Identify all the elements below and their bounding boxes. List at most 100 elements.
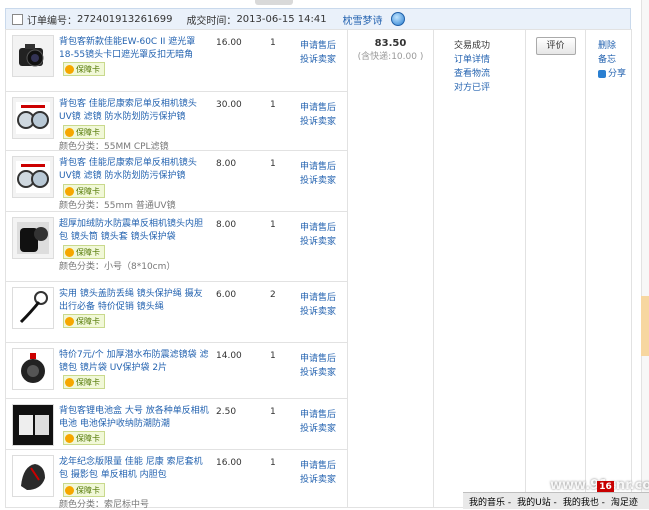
unit-price: 2.50 xyxy=(216,407,237,417)
item-actions: 申请售后 投诉卖家 xyxy=(300,160,336,188)
right-scrollbar[interactable] xyxy=(641,0,649,508)
quantity: 2 xyxy=(270,290,276,300)
item-actions: 申请售后 投诉卖家 xyxy=(300,408,336,436)
product-variant: 颜色分类：索尼标中号 xyxy=(59,500,150,510)
evaluate-button[interactable]: 评价 xyxy=(535,37,576,55)
order-time-label: 成交时间： xyxy=(186,15,237,27)
unit-price: 16.00 xyxy=(216,458,242,468)
apply-after-sales-link[interactable]: 申请售后 xyxy=(300,352,336,366)
quantity: 1 xyxy=(270,407,276,417)
bottom-toolbar: 我的音乐 - 我的U站 - 我的我也 - 淘足迹 xyxy=(463,492,649,509)
product-image[interactable] xyxy=(12,35,54,77)
guarantee-badge[interactable]: 保障卡 xyxy=(63,184,105,198)
unit-price: 14.00 xyxy=(216,351,242,361)
toolbar-item-mine[interactable]: 我的我也 - xyxy=(563,495,605,508)
product-image[interactable] xyxy=(12,348,54,390)
guarantee-badge[interactable]: 保障卡 xyxy=(63,125,105,139)
complain-seller-link[interactable]: 投诉卖家 xyxy=(300,422,336,436)
apply-after-sales-link[interactable]: 申请售后 xyxy=(300,291,336,305)
unit-price: 16.00 xyxy=(216,38,242,48)
guarantee-shield-icon xyxy=(65,485,74,495)
unit-price: 30.00 xyxy=(216,100,242,110)
guarantee-shield-icon xyxy=(65,433,74,443)
complain-seller-link[interactable]: 投诉卖家 xyxy=(300,235,336,249)
share-icon xyxy=(598,69,606,78)
complain-seller-link[interactable]: 投诉卖家 xyxy=(300,473,336,487)
wangwang-chat-icon[interactable] xyxy=(390,12,405,26)
guarantee-shield-icon xyxy=(65,186,74,196)
order-time: 2013-06-15 14:41 xyxy=(236,13,327,25)
item-actions: 申请售后 投诉卖家 xyxy=(300,221,336,249)
product-title[interactable]: 特价7元/个 加厚潜水布防震滤镜袋 滤镜包 镜片袋 UV保护袋 2片 xyxy=(59,349,209,375)
unit-price: 6.00 xyxy=(216,290,237,300)
apply-after-sales-link[interactable]: 申请售后 xyxy=(300,39,336,53)
top-scroll-handle[interactable] xyxy=(255,0,293,5)
order-number: 272401913261699 xyxy=(77,13,173,25)
product-variant: 颜色分类：55mm 普通UV镜 xyxy=(59,201,176,211)
product-image[interactable] xyxy=(12,97,54,139)
unit-price: 8.00 xyxy=(216,159,237,169)
apply-after-sales-link[interactable]: 申请售后 xyxy=(300,408,336,422)
complain-seller-link[interactable]: 投诉卖家 xyxy=(300,174,336,188)
product-image[interactable] xyxy=(12,156,54,198)
complain-seller-link[interactable]: 投诉卖家 xyxy=(300,115,336,129)
order-operations-cell: 删除 备忘 分享 xyxy=(585,29,632,508)
complain-seller-link[interactable]: 投诉卖家 xyxy=(300,366,336,380)
item-actions: 申请售后 投诉卖家 xyxy=(300,291,336,319)
toolbar-item-ustation[interactable]: 我的U站 - xyxy=(517,495,557,508)
quantity: 1 xyxy=(270,351,276,361)
quantity: 1 xyxy=(270,220,276,230)
apply-after-sales-link[interactable]: 申请售后 xyxy=(300,459,336,473)
apply-after-sales-link[interactable]: 申请售后 xyxy=(300,160,336,174)
order-items-table: 背包客新款佳能EW-60C II 遮光罩 18-55镜头卡口遮光罩反扣无暗角 保障… xyxy=(5,29,632,510)
product-title[interactable]: 实用 镜头盖防丢绳 镜头保护绳 摄友出行必备 特价促销 镜头绳 xyxy=(59,288,209,314)
product-title[interactable]: 背包客新款佳能EW-60C II 遮光罩 18-55镜头卡口遮光罩反扣无暗角 xyxy=(59,36,209,62)
guarantee-shield-icon xyxy=(65,377,74,387)
product-image[interactable] xyxy=(12,404,54,446)
delete-order-link[interactable]: 删除 xyxy=(598,39,631,53)
order-checkbox[interactable] xyxy=(12,13,23,25)
order-status-cell: 交易成功订单详情 查看物流 对方已评 xyxy=(433,29,526,508)
evaluation-cell: 评价 xyxy=(525,29,586,508)
order-total-amount: 83.50 xyxy=(374,38,407,49)
trade-status: 交易成功 xyxy=(454,41,491,51)
guarantee-shield-icon xyxy=(65,247,74,257)
guarantee-badge[interactable]: 保障卡 xyxy=(63,375,105,389)
memo-link[interactable]: 备忘 xyxy=(598,53,631,67)
apply-after-sales-link[interactable]: 申请售后 xyxy=(300,221,336,235)
quantity: 1 xyxy=(270,159,276,169)
guarantee-badge[interactable]: 保障卡 xyxy=(63,483,105,497)
order-number-label: 订单编号： xyxy=(27,15,77,27)
product-image[interactable] xyxy=(12,287,54,329)
other-party-rated-link[interactable]: 对方已评 xyxy=(454,81,525,95)
apply-after-sales-link[interactable]: 申请售后 xyxy=(300,101,336,115)
side-feedback-tab[interactable] xyxy=(641,296,649,356)
guarantee-shield-icon xyxy=(65,316,74,326)
complain-seller-link[interactable]: 投诉卖家 xyxy=(300,53,336,67)
product-title[interactable]: 背包客 佳能尼康索尼单反相机镜头UV镜 滤镜 防水防划防污保护镜 xyxy=(59,157,209,183)
toolbar-item-music[interactable]: 我的音乐 - xyxy=(469,495,511,508)
product-title[interactable]: 超厚加绒防水防震单反相机镜头内胆包 镜头筒 镜头套 镜头保护袋 xyxy=(59,218,209,244)
item-actions: 申请售后 投诉卖家 xyxy=(300,101,336,129)
product-image[interactable] xyxy=(12,217,54,259)
order-item-row: 背包客新款佳能EW-60C II 遮光罩 18-55镜头卡口遮光罩反扣无暗角 保障… xyxy=(5,29,632,508)
guarantee-shield-icon xyxy=(65,64,74,74)
seller-name[interactable]: 枕雪梦诗 xyxy=(343,12,383,27)
product-title[interactable]: 龙年纪念版限量 佳能 尼康 索尼套机包 摄影包 单反相机 内胆包 xyxy=(59,456,209,482)
share-link[interactable]: 分享 xyxy=(598,67,631,81)
guarantee-badge[interactable]: 保障卡 xyxy=(63,245,105,259)
product-variant: 颜色分类：小号（8*10cm） xyxy=(59,262,176,272)
product-title[interactable]: 背包客锂电池盒 大号 放各种单反相机电池 电池保护收纳防潮防潮 xyxy=(59,405,209,431)
view-logistics-link[interactable]: 查看物流 xyxy=(454,67,525,81)
toolbar-item-footprint[interactable]: 淘足迹 xyxy=(611,495,638,508)
complain-seller-link[interactable]: 投诉卖家 xyxy=(300,305,336,319)
quantity: 1 xyxy=(270,38,276,48)
product-title[interactable]: 背包客 佳能尼康索尼单反相机镜头UV镜 滤镜 防水防划防污保护镜 xyxy=(59,98,209,124)
guarantee-badge[interactable]: 保障卡 xyxy=(63,62,105,76)
guarantee-badge[interactable]: 保障卡 xyxy=(63,431,105,445)
shipping-fee: (含快递:10.00 ) xyxy=(357,52,424,62)
order-detail-link[interactable]: 订单详情 xyxy=(454,53,525,67)
product-image[interactable] xyxy=(12,455,54,497)
guarantee-badge[interactable]: 保障卡 xyxy=(63,314,105,328)
unit-price: 8.00 xyxy=(216,220,237,230)
